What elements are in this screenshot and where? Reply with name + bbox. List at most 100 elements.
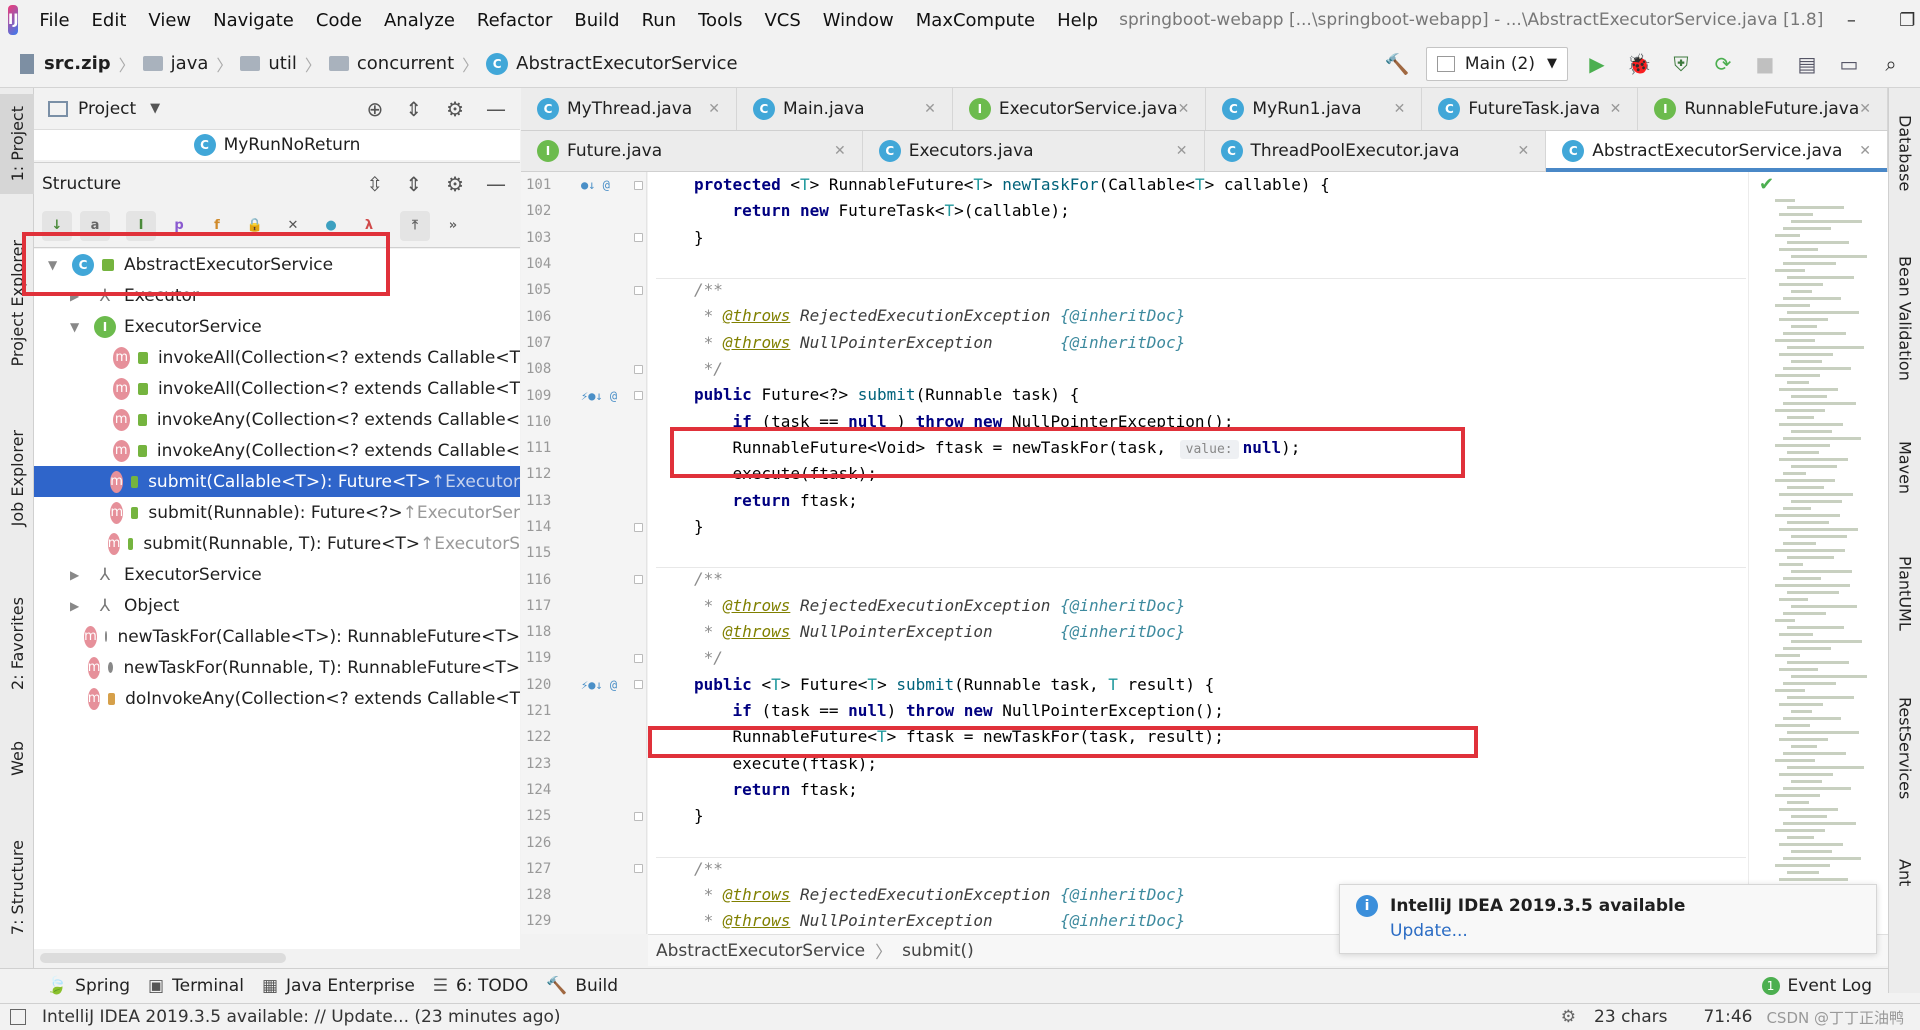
collapse-all-icon[interactable]: ⇕	[405, 97, 422, 121]
override-marker-icon[interactable]: ●↓ @	[581, 178, 610, 192]
breadcrumb-item-src-zip[interactable]: src.zip	[44, 53, 111, 74]
gutter-line[interactable]: 120 ⚡●↓ @	[521, 672, 646, 698]
gutter-line[interactable]: 119	[521, 645, 646, 671]
fold-toggle-icon[interactable]	[634, 391, 643, 401]
editor-tab[interactable]: I Future.java ✕	[521, 131, 863, 171]
fold-toggle-icon[interactable]	[634, 653, 643, 663]
breadcrumb-item-util[interactable]: util	[268, 53, 296, 74]
code-line[interactable]: }	[648, 225, 1748, 251]
tool-tab-job-explorer[interactable]: Job Explorer	[0, 418, 34, 538]
code-minimap[interactable]: ✔	[1748, 172, 1888, 934]
code-line[interactable]	[648, 829, 1748, 855]
chevron-down-icon[interactable]: ▼	[48, 258, 62, 272]
override-marker-icon[interactable]: ⚡●↓ @	[581, 678, 617, 692]
fold-toggle-icon[interactable]	[634, 811, 643, 821]
code-line[interactable]: protected <T> RunnableFuture<T> newTaskF…	[648, 172, 1748, 198]
status-message[interactable]: IntelliJ IDEA 2019.3.5 available: // Upd…	[42, 1007, 561, 1027]
code-line[interactable]	[648, 251, 1748, 277]
more-icon[interactable]: »	[438, 211, 468, 241]
close-icon[interactable]: ✕	[924, 101, 936, 117]
tool-tab-project[interactable]: 1: Project	[0, 94, 34, 194]
code-line[interactable]: }	[648, 803, 1748, 829]
fold-toggle-icon[interactable]	[634, 180, 643, 190]
tool-tab-plantuml[interactable]: PlantUML	[1889, 538, 1920, 648]
tool-window-terminal[interactable]: ▣ Terminal	[148, 976, 244, 996]
menu-item-file[interactable]: File	[28, 10, 80, 31]
close-icon[interactable]: ✕	[1394, 101, 1406, 117]
code-line[interactable]: public Future<?> submit(Runnable task) {	[648, 382, 1748, 408]
show-fields-icon[interactable]: f	[202, 211, 232, 241]
gutter-line[interactable]: 109 ⚡●↓ @	[521, 382, 646, 408]
tool-tab-bean-validation[interactable]: Bean Validation	[1889, 238, 1920, 398]
fold-toggle-icon[interactable]	[634, 233, 643, 243]
update-notification[interactable]: i IntelliJ IDEA 2019.3.5 available Updat…	[1339, 884, 1877, 954]
event-log-button[interactable]: 1 Event Log	[1761, 976, 1872, 996]
project-panel-title[interactable]: Project	[78, 99, 136, 119]
coverage-icon[interactable]: ⛨	[1665, 48, 1697, 80]
show-anonymous-icon[interactable]: ✕	[278, 211, 308, 241]
gutter-line[interactable]: 101 ●↓ @	[521, 172, 646, 198]
terminal-window-icon[interactable]: ▭	[1833, 48, 1865, 80]
gutter-line[interactable]: 107	[521, 330, 646, 356]
code-line[interactable]: public <T> Future<T> submit(Runnable tas…	[648, 672, 1748, 698]
gutter-line[interactable]: 129	[521, 908, 646, 934]
tool-tab-database[interactable]: Database	[1889, 98, 1920, 208]
minimize-button[interactable]: –	[1823, 10, 1879, 31]
project-structure-icon[interactable]: ▤	[1791, 48, 1823, 80]
gutter-line[interactable]: 124	[521, 777, 646, 803]
chevron-right-icon[interactable]: ▶	[70, 289, 84, 303]
tool-window-6-todo[interactable]: ☰ 6: TODO	[433, 976, 528, 996]
gutter-line[interactable]: 127	[521, 856, 646, 882]
tool-tab-ant[interactable]: Ant	[1889, 848, 1920, 898]
gear-icon[interactable]: ⚙	[446, 172, 464, 196]
gutter-line[interactable]: 116	[521, 566, 646, 592]
gutter-line[interactable]: 112	[521, 461, 646, 487]
tree-node[interactable]: ▶ ⅄ Executor	[34, 280, 520, 311]
close-icon[interactable]: ✕	[708, 101, 720, 117]
code-line[interactable]: * @throws NullPointerException {@inherit…	[648, 619, 1748, 645]
gutter-line[interactable]: 106	[521, 303, 646, 329]
editor-gutter[interactable]: 101 ●↓ @ 102 103 104 105 106 107 108 109 ⚡●↓ @ 110 1…	[521, 172, 647, 934]
breadcrumb-item-class[interactable]: AbstractExecutorService	[516, 53, 737, 74]
menu-item-edit[interactable]: Edit	[81, 10, 138, 31]
autoscroll-icon[interactable]: ⤒	[400, 210, 430, 241]
tree-node[interactable]: ▶ ⅄ ExecutorService	[34, 559, 520, 590]
maximize-button[interactable]: ❐	[1879, 10, 1920, 31]
gutter-line[interactable]: 108	[521, 356, 646, 382]
gutter-line[interactable]: 126	[521, 829, 646, 855]
tree-node[interactable]: m invokeAll(Collection<? extends Callable…	[34, 373, 520, 404]
gutter-line[interactable]: 113	[521, 488, 646, 514]
chevron-down-icon[interactable]: ▼	[70, 320, 84, 334]
locate-icon[interactable]: ⊕	[367, 97, 384, 121]
close-icon[interactable]: ✕	[1610, 101, 1622, 117]
gutter-line[interactable]: 110	[521, 409, 646, 435]
horizontal-scrollbar[interactable]	[40, 953, 286, 963]
tree-node[interactable]: ▶ ⅄ Object	[34, 590, 520, 621]
gutter-line[interactable]: 118	[521, 619, 646, 645]
tree-node[interactable]: ▼ C AbstractExecutorService	[34, 249, 520, 280]
breadcrumb-item-concurrent[interactable]: concurrent	[357, 53, 454, 74]
editor-tab[interactable]: C ThreadPoolExecutor.java ✕	[1205, 131, 1547, 171]
tool-window-build[interactable]: 🔨 Build	[546, 976, 618, 996]
gutter-line[interactable]: 121	[521, 698, 646, 724]
gutter-line[interactable]: 117	[521, 593, 646, 619]
status-panel-icon[interactable]	[10, 1009, 26, 1025]
close-icon[interactable]: ✕	[1178, 101, 1190, 117]
run-configuration-select[interactable]: Main (2) ▼	[1425, 46, 1568, 81]
fold-toggle-icon[interactable]	[634, 864, 643, 874]
editor-tab[interactable]: C MyRun1.java ✕	[1206, 88, 1423, 130]
code-line[interactable]: /**	[648, 856, 1748, 882]
sort-alpha-icon[interactable]: a	[80, 210, 110, 241]
code-line[interactable]: execute(ftask);	[648, 751, 1748, 777]
code-line[interactable]: * @throws RejectedExecutionException {@i…	[648, 593, 1748, 619]
code-line[interactable]: return new FutureTask<T>(callable);	[648, 198, 1748, 224]
code-line[interactable]: RunnableFuture<T> ftask = newTaskFor(tas…	[648, 724, 1748, 750]
gutter-line[interactable]: 123	[521, 751, 646, 777]
menu-item-analyze[interactable]: Analyze	[373, 10, 466, 31]
show-inherited-icon[interactable]: I	[126, 210, 156, 241]
code-line[interactable]: /**	[648, 277, 1748, 303]
code-line[interactable]: RunnableFuture<Void> ftask = newTaskFor(…	[648, 435, 1748, 461]
code-line[interactable]: execute(ftask);	[648, 461, 1748, 487]
code-line[interactable]: }	[648, 514, 1748, 540]
close-icon[interactable]: ✕	[1518, 143, 1530, 159]
